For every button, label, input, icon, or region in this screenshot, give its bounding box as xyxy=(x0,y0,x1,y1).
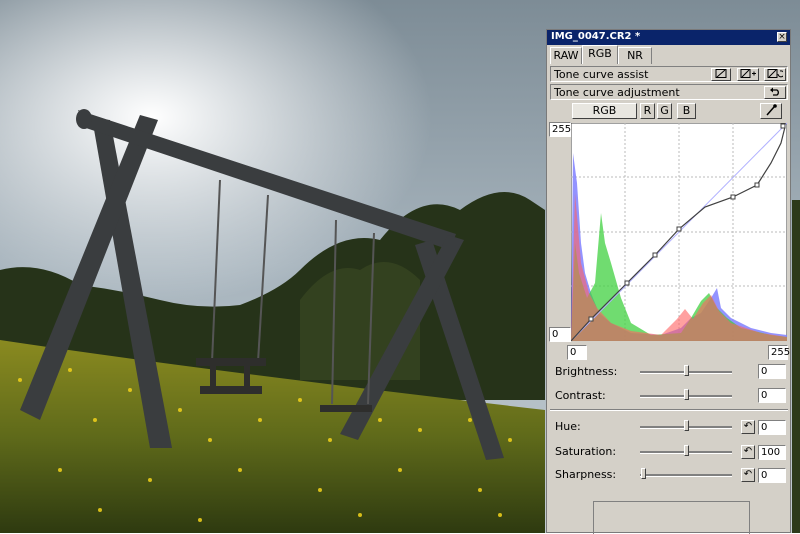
sharpness-value[interactable]: 0 xyxy=(758,468,786,483)
sharpness-slider-thumb[interactable] xyxy=(641,468,646,479)
saturation-reset-icon[interactable]: ↶ xyxy=(741,445,755,459)
adjustment-palette: IMG_0047.CR2 * × RAW RGB NR Tone curve a… xyxy=(546,29,791,534)
brightness-value[interactable]: 0 xyxy=(758,364,786,379)
input-max-field[interactable]: 255 xyxy=(549,122,571,137)
preview-box xyxy=(593,501,750,534)
saturation-slider-thumb[interactable] xyxy=(684,445,689,456)
auto-curve-plus-icon[interactable] xyxy=(737,68,759,81)
eyedropper-icon[interactable] xyxy=(760,103,782,119)
output-max-field[interactable]: 255 xyxy=(768,345,790,360)
hue-value[interactable]: 0 xyxy=(758,420,786,435)
input-min-field[interactable]: 0 xyxy=(549,327,571,342)
channel-b-button[interactable]: B xyxy=(677,103,696,119)
tone-curve-assist-row: Tone curve assist xyxy=(550,66,788,82)
output-min-field[interactable]: 0 xyxy=(567,345,587,360)
sharpness-label: Sharpness: xyxy=(555,468,617,481)
tone-curve-adjustment-label: Tone curve adjustment xyxy=(554,86,680,99)
sharpness-slider-track[interactable] xyxy=(640,474,732,477)
channel-g-button[interactable]: G xyxy=(657,103,672,119)
hue-slider-thumb[interactable] xyxy=(684,420,689,431)
hue-label: Hue: xyxy=(555,420,581,433)
channel-r-button[interactable]: R xyxy=(640,103,655,119)
tone-curve-adjustment-row: Tone curve adjustment xyxy=(550,84,788,100)
contrast-slider-thumb[interactable] xyxy=(684,389,689,400)
hue-reset-icon[interactable]: ↶ xyxy=(741,420,755,434)
brightness-label: Brightness: xyxy=(555,365,618,378)
saturation-label: Saturation: xyxy=(555,445,617,458)
contrast-value[interactable]: 0 xyxy=(758,388,786,403)
undo-icon[interactable] xyxy=(764,86,786,99)
auto-curve-icon[interactable] xyxy=(711,68,731,81)
reset-curve-icon[interactable] xyxy=(764,68,786,81)
tab-rgb[interactable]: RGB xyxy=(582,45,618,64)
tone-curve-histogram[interactable] xyxy=(571,123,787,341)
brightness-slider-thumb[interactable] xyxy=(684,365,689,376)
divider xyxy=(550,409,788,411)
tab-nr[interactable]: NR xyxy=(618,47,652,64)
tone-curve-assist-label: Tone curve assist xyxy=(554,68,649,81)
channel-rgb-button[interactable]: RGB xyxy=(572,103,637,119)
sharpness-reset-icon[interactable]: ↶ xyxy=(741,468,755,482)
palette-title: IMG_0047.CR2 * xyxy=(551,31,641,42)
contrast-label: Contrast: xyxy=(555,389,606,402)
tab-raw[interactable]: RAW xyxy=(550,47,582,64)
close-icon[interactable]: × xyxy=(777,32,787,42)
saturation-value[interactable]: 100 xyxy=(758,445,786,460)
palette-titlebar[interactable]: IMG_0047.CR2 * × xyxy=(547,30,790,45)
